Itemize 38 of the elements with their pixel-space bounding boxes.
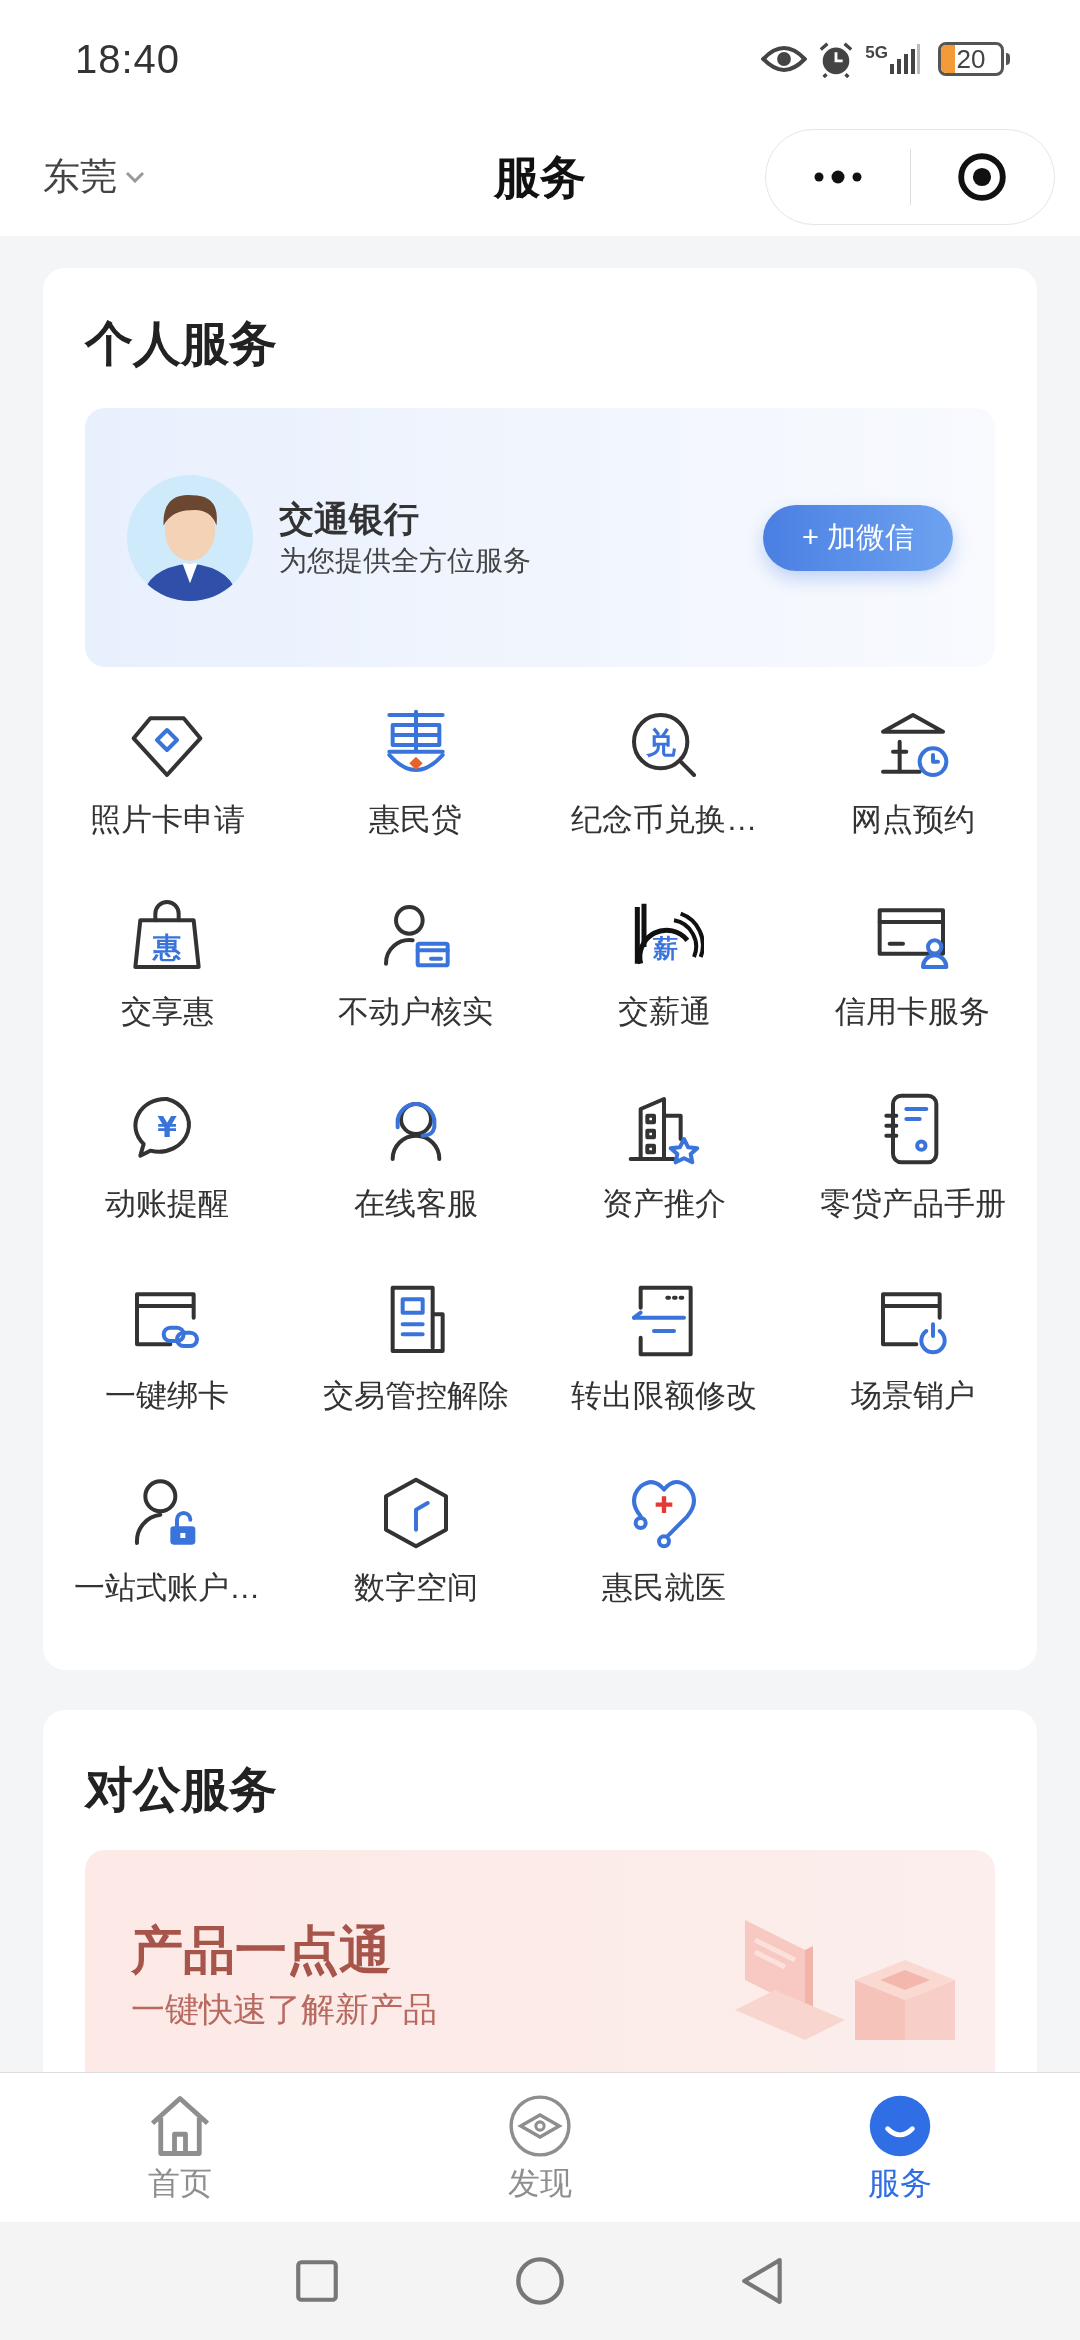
signal-icon <box>890 44 920 74</box>
banner-title: 产品一点通 <box>131 1920 392 1980</box>
status-time: 18:40 <box>75 36 181 83</box>
city-selector[interactable]: 东莞 <box>43 149 145 205</box>
service-item[interactable]: 资产推介 <box>540 1089 789 1224</box>
eye-icon <box>507 2092 573 2159</box>
service-item[interactable]: 惠民贷 <box>291 705 540 840</box>
service-item[interactable]: 信用卡服务 <box>788 897 1037 1032</box>
section-title: 个人服务 <box>85 316 278 372</box>
home-button[interactable] <box>514 2255 566 2307</box>
service-item[interactable]: 零贷产品手册 <box>788 1089 1037 1224</box>
chevron-down-icon <box>125 171 145 183</box>
page-title: 服务 <box>494 149 586 205</box>
service-item[interactable]: 不动户核实 <box>291 897 540 1032</box>
service-item[interactable]: 数字空间 <box>291 1473 540 1608</box>
service-item[interactable]: ¥ 动账提醒 <box>43 1089 292 1224</box>
banner-subtitle: 一键快速了解新产品 <box>131 1989 437 2030</box>
service-item[interactable]: 兑 纪念币兑换… <box>540 705 789 840</box>
service-item[interactable]: 照片卡申请 <box>43 705 292 840</box>
section-title: 对公服务 <box>85 1762 278 1818</box>
service-item[interactable]: 场景销户 <box>788 1281 1037 1416</box>
bank-name: 交通银行 <box>279 497 420 540</box>
service-item[interactable]: 交易管控解除 <box>291 1281 540 1416</box>
tab[interactable]: 服务 <box>720 2073 1080 2222</box>
service-item[interactable]: 在线客服 <box>291 1089 540 1224</box>
service-item[interactable]: 惠民就医 <box>540 1473 789 1608</box>
network-type: 5G <box>865 44 888 61</box>
bank-slogan: 为您提供全方位服务 <box>279 543 532 578</box>
battery-indicator: 20 <box>938 42 1004 76</box>
service-item[interactable]: 薪 交薪通 <box>540 897 789 1032</box>
more-icon <box>812 170 863 184</box>
service-item[interactable]: 一键绑卡 <box>43 1281 292 1416</box>
service-item[interactable]: 网点预约 <box>788 705 1037 840</box>
service-item[interactable]: 一站式账户… <box>43 1473 292 1608</box>
service-item[interactable]: 惠 交享惠 <box>43 897 292 1032</box>
service-item[interactable]: 转出限额修改 <box>540 1281 789 1416</box>
target-icon <box>956 151 1009 203</box>
eye-icon <box>761 44 808 74</box>
